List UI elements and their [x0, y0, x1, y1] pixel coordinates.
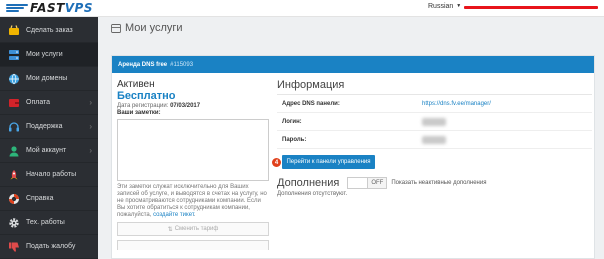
logo-text: FASTVPS	[30, 1, 93, 15]
change-plan-label: Сменить тариф	[174, 226, 219, 232]
page-title: Мои услуги	[111, 22, 183, 34]
addons-title: Дополнения	[277, 177, 340, 189]
create-ticket-link[interactable]: создайте тикет	[153, 212, 194, 218]
redacted-password	[422, 135, 446, 144]
sidebar-item-my-domains[interactable]: Мои домены	[0, 67, 98, 91]
logo-prefix: FAST	[30, 1, 65, 15]
sidebar-item-my-services[interactable]: Мои услуги	[0, 43, 98, 67]
sidebar-item-order[interactable]: Сделать заказ	[0, 19, 98, 43]
notes-label: Ваши заметки:	[117, 110, 161, 116]
sidebar-item-label: Начало работы	[26, 171, 77, 178]
user-icon	[8, 145, 20, 157]
logo-wing-icon	[6, 3, 28, 13]
service-information: Информация Адрес DNS панели: https://dns…	[272, 79, 592, 197]
language-selector[interactable]: Russian ▼	[428, 3, 461, 10]
show-inactive-label: Показать неактивные дополнения	[391, 180, 487, 186]
no-addons-text: Дополнения отсутствуют.	[277, 191, 348, 197]
fastvps-logo[interactable]: FASTVPS	[6, 1, 93, 15]
sidebar-item-label: Подать жалобу	[26, 243, 76, 250]
sidebar-item-my-account[interactable]: Мой аккаунт ›	[0, 139, 98, 163]
server-icon	[111, 23, 121, 33]
page-title-text: Мои услуги	[125, 22, 183, 34]
panel-heading: Аренда DNS free #115093	[112, 56, 594, 73]
logo-suffix: VPS	[64, 1, 93, 15]
registration-date: Дата регистрации: 07/03/2017	[117, 103, 269, 109]
secondary-action-button[interactable]	[117, 240, 269, 250]
info-key: Пароль:	[282, 136, 307, 143]
service-panel: Аренда DNS free #115093 Активен Бесплатн…	[111, 55, 595, 259]
sidebar-item-payment[interactable]: Оплата ›	[0, 91, 98, 115]
toggle-knob	[348, 178, 369, 188]
notes-textarea[interactable]	[117, 119, 269, 181]
chevron-right-icon: ›	[89, 98, 92, 107]
chevron-right-icon: ›	[89, 122, 92, 131]
sidebar-item-label: Справка	[26, 195, 54, 202]
gear-icon	[8, 217, 20, 229]
language-label: Russian	[428, 3, 454, 10]
service-name: Аренда DNS free	[118, 61, 168, 68]
service-id: #115093	[170, 61, 194, 68]
redacted-user-menu[interactable]	[464, 6, 598, 9]
info-key: Логин:	[282, 118, 302, 125]
sidebar-item-label: Сделать заказ	[26, 27, 73, 34]
registration-date-value: 07/03/2017	[170, 103, 201, 109]
toggle-state: OFF	[368, 178, 387, 188]
globe-icon	[8, 73, 20, 85]
thumbs-down-icon	[8, 241, 20, 253]
info-row-password: Пароль:	[277, 131, 592, 149]
top-bar: FASTVPS Russian ▼	[0, 0, 604, 17]
sidebar: Сделать заказ Мои услуги Мои домены Опла…	[0, 17, 98, 259]
plan-name: Бесплатно	[117, 90, 176, 102]
status-title: Активен	[117, 79, 155, 90]
sidebar-item-getting-started[interactable]: Начало работы	[0, 163, 98, 187]
sidebar-item-label: Мой аккаунт	[26, 147, 67, 154]
headset-icon	[8, 121, 20, 133]
sort-arrows-icon: ⇅	[167, 226, 173, 233]
info-key: Адрес DNS панели:	[282, 100, 340, 107]
wallet-icon	[8, 97, 20, 109]
sidebar-item-label: Поддержка	[26, 123, 63, 130]
service-summary: Активен Бесплатно Дата регистрации: 07/0…	[117, 79, 269, 250]
sidebar-item-label: Оплата	[26, 99, 51, 106]
change-plan-button[interactable]: ⇅ Сменить тариф	[117, 222, 269, 236]
info-row-login: Логин:	[277, 113, 592, 131]
server-icon	[8, 49, 20, 61]
step-badge: 4	[272, 158, 281, 167]
sidebar-item-label: Мои домены	[26, 75, 68, 82]
sidebar-item-maintenance[interactable]: Тех. работы	[0, 211, 98, 235]
sidebar-item-label: Мои услуги	[26, 51, 63, 58]
go-to-control-panel-button[interactable]: Перейти к панели управления	[282, 155, 375, 169]
sidebar-item-complaint[interactable]: Подать жалобу	[0, 235, 98, 259]
sidebar-item-help[interactable]: Справка	[0, 187, 98, 211]
dns-panel-link[interactable]: https://dns.fv.ee/manager/	[422, 101, 491, 107]
redacted-login	[422, 117, 446, 126]
information-title: Информация	[277, 79, 592, 95]
control-panel-action: 4 Перейти к панели управления	[272, 155, 592, 169]
notes-help-text: Эти заметки служат исключительно для Ваш…	[117, 184, 267, 219]
show-inactive-toggle[interactable]: OFF	[347, 177, 388, 189]
caret-down-icon: ▼	[456, 3, 462, 9]
info-row-dns-panel: Адрес DNS панели: https://dns.fv.ee/mana…	[277, 95, 592, 113]
addons-header: Дополнения OFF Показать неактивные допол…	[277, 177, 592, 189]
cart-icon	[8, 25, 20, 37]
rocket-icon	[8, 169, 20, 181]
notes-help-end: .	[193, 212, 196, 218]
registration-date-label: Дата регистрации:	[117, 103, 169, 109]
chevron-right-icon: ›	[89, 146, 92, 155]
sidebar-item-support[interactable]: Поддержка ›	[0, 115, 98, 139]
lifebuoy-icon	[8, 193, 20, 205]
sidebar-item-label: Тех. работы	[26, 219, 65, 226]
